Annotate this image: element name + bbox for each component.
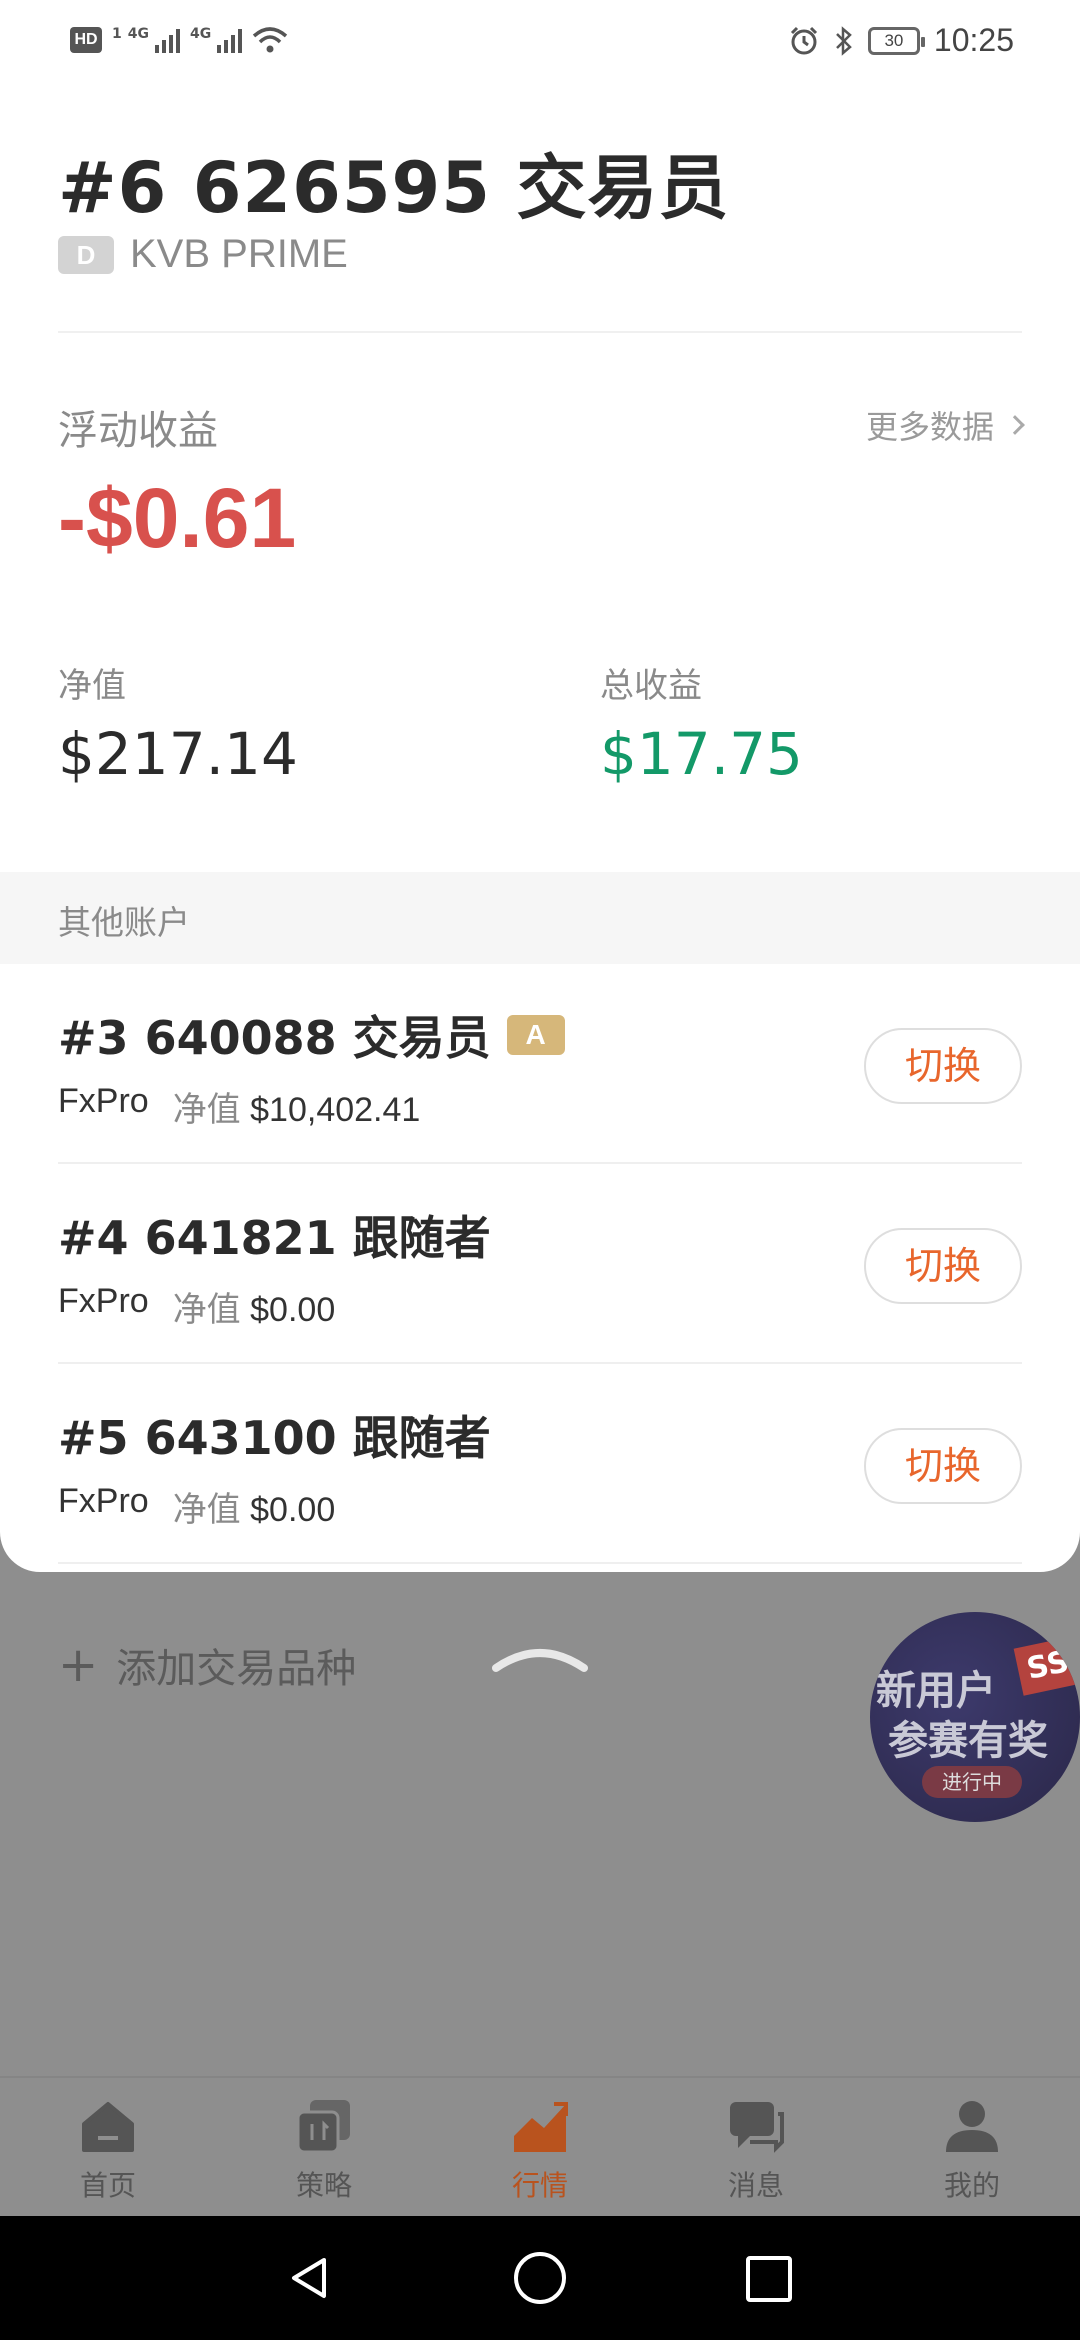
account-title: #6 626595 交易员 — [58, 147, 730, 229]
tab-label: 行情 — [511, 2169, 568, 2202]
equity-amount: $0.00 — [250, 1491, 336, 1529]
account-row-equity: 净值 $10,402.41 — [173, 1082, 421, 1131]
plus-icon: + — [58, 1637, 99, 1693]
equity-label: 净值 — [58, 666, 126, 706]
market-icon — [514, 2102, 568, 2152]
account-row-meta: FxPro 净值 $0.00 — [58, 1282, 335, 1331]
recents-icon[interactable] — [746, 2256, 792, 2302]
floating-pnl-value: -$0.61 — [58, 471, 297, 565]
tab-label: 策略 — [295, 2169, 352, 2202]
status-right: 30 10:25 — [788, 22, 1014, 59]
tab-home[interactable]: 首页 — [0, 2078, 216, 2216]
account-row-name: #5 643100 跟随者 — [58, 1411, 491, 1465]
switch-button[interactable]: 切换 — [864, 1428, 1022, 1504]
wifi-icon — [253, 27, 288, 53]
strategy-icon — [296, 2100, 350, 2154]
account-row-name-wrap: #4 641821 跟随者 — [58, 1202, 491, 1268]
equity-key: 净值 — [172, 1491, 241, 1529]
total-profit-label: 总收益 — [600, 666, 702, 706]
hd-icon: HD — [70, 27, 102, 53]
account-row-name: #4 641821 跟随者 — [58, 1211, 491, 1265]
signal-icon — [217, 27, 243, 53]
status-bar: HD 1 4G 4G 30 10:25 — [0, 0, 1080, 90]
promo-status: 进行中 — [922, 1766, 1022, 1798]
more-data-link[interactable]: 更多数据 — [865, 402, 1025, 448]
home-icon — [82, 2102, 134, 2152]
add-symbol-row[interactable]: + 添加交易品种 — [58, 1636, 356, 1694]
message-icon — [730, 2102, 784, 2153]
other-accounts-header: 其他账户 — [0, 872, 1080, 964]
more-data-label: 更多数据 — [865, 408, 994, 446]
divider — [58, 331, 1022, 333]
add-symbol-label: 添加交易品种 — [116, 1646, 357, 1692]
tab-label: 我的 — [943, 2169, 1000, 2202]
account-type-badge: D — [58, 235, 114, 274]
system-nav-bar — [0, 2216, 1080, 2340]
account-sheet: #6 626595 交易员 D KVB PRIME 浮动收益 更多数据 -$0.… — [0, 90, 1080, 1572]
broker-name: KVB PRIME — [130, 232, 348, 276]
equity-amount: $0.00 — [250, 1291, 336, 1329]
sim-label: 1 — [112, 26, 122, 42]
tab-messages[interactable]: 消息 — [648, 2078, 864, 2216]
promo-badge[interactable]: SS 新用户 参赛有奖 进行中 — [870, 1612, 1080, 1822]
profile-icon — [946, 2101, 998, 2152]
account-row-meta: FxPro 净值 $0.00 — [58, 1482, 335, 1531]
tab-profile[interactable]: 我的 — [864, 2078, 1080, 2216]
account-row-broker: FxPro — [58, 1082, 149, 1120]
promo-line2: 参赛有奖 — [888, 1718, 1048, 1764]
account-row-meta: FxPro 净值 $10,402.41 — [58, 1082, 420, 1131]
switch-button[interactable]: 切换 — [864, 1028, 1022, 1104]
network-label-2: 4G — [189, 26, 212, 42]
account-row-name-wrap: #3 640088 交易员 A — [58, 1002, 565, 1068]
tab-label: 消息 — [727, 2169, 784, 2202]
account-row[interactable]: #5 643100 跟随者 FxPro 净值 $0.00 切换 — [0, 1364, 1080, 1564]
equity-key: 净值 — [172, 1291, 241, 1329]
battery-icon: 30 — [867, 26, 925, 55]
home-button-icon[interactable] — [514, 2252, 566, 2304]
tab-bar: 首页 策略 行情 消息 我的 — [0, 2076, 1080, 2216]
tab-market[interactable]: 行情 — [432, 2078, 648, 2216]
account-row-name-wrap: #5 643100 跟随者 — [58, 1402, 491, 1468]
equity-key: 净值 — [172, 1091, 241, 1129]
tab-label: 首页 — [79, 2169, 136, 2202]
account-row[interactable]: #4 641821 跟随者 FxPro 净值 $0.00 切换 — [0, 1164, 1080, 1364]
total-profit-value: $17.75 — [600, 720, 803, 788]
promo-tag: SS — [1013, 1636, 1080, 1696]
signal-icon — [154, 27, 180, 53]
network-label-1: 4G — [127, 26, 149, 42]
collapse-caret-icon[interactable] — [492, 1636, 588, 1676]
broker-row: D KVB PRIME — [58, 232, 348, 277]
divider — [58, 1562, 1022, 1564]
account-row-equity: 净值 $0.00 — [173, 1282, 336, 1331]
account-row-broker: FxPro — [58, 1282, 149, 1320]
bluetooth-icon — [836, 25, 852, 56]
account-row-name: #3 640088 交易员 — [58, 1011, 491, 1065]
status-time: 10:25 — [933, 22, 1014, 58]
equity-amount: $10,402.41 — [250, 1091, 421, 1129]
tab-strategy[interactable]: 策略 — [216, 2078, 432, 2216]
alarm-icon — [790, 26, 817, 54]
account-row-broker: FxPro — [58, 1482, 149, 1520]
floating-pnl-label: 浮动收益 — [58, 408, 218, 454]
switch-button[interactable]: 切换 — [864, 1228, 1022, 1304]
back-icon[interactable] — [286, 2254, 334, 2302]
account-row[interactable]: #3 640088 交易员 A FxPro 净值 $10,402.41 切换 — [0, 964, 1080, 1164]
chevron-right-icon — [1005, 415, 1025, 435]
status-left: HD 1 4G 4G — [70, 26, 288, 54]
other-accounts-title: 其他账户 — [58, 903, 190, 942]
equity-value: $217.14 — [58, 720, 298, 788]
account-row-equity: 净值 $0.00 — [173, 1482, 336, 1531]
account-row-badge: A — [506, 1015, 565, 1055]
